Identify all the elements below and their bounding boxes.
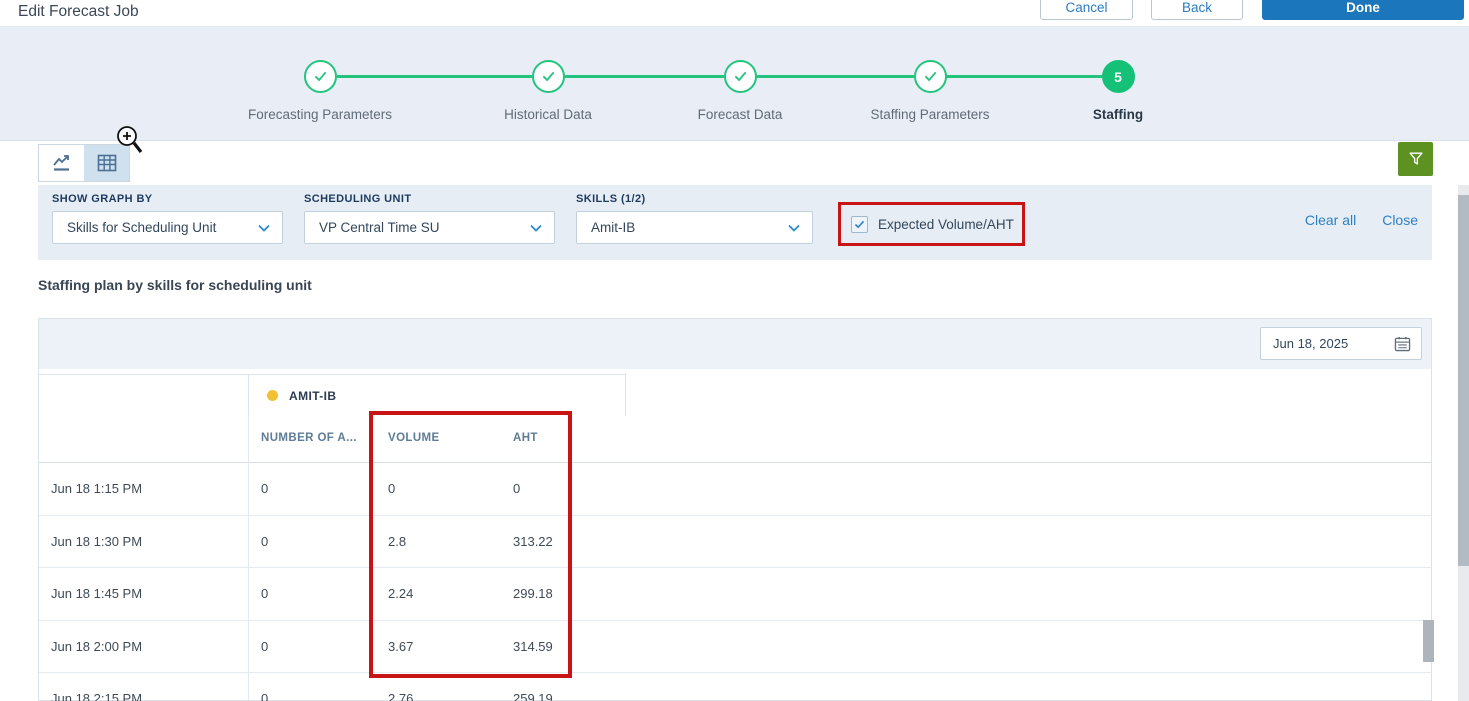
row-aht: 314.59 bbox=[513, 638, 553, 654]
row-aht: 259.19 bbox=[513, 691, 553, 701]
row-time: Jun 18 2:15 PM bbox=[51, 691, 143, 701]
step-historical-data[interactable]: Historical Data bbox=[438, 60, 658, 122]
calendar-icon bbox=[1394, 336, 1411, 351]
cancel-button[interactable]: Cancel bbox=[1040, 0, 1133, 20]
filter-button[interactable] bbox=[1398, 142, 1433, 176]
step-label: Staffing Parameters bbox=[870, 107, 990, 122]
row-volume: 3.67 bbox=[388, 638, 414, 654]
row-agents: 0 bbox=[261, 481, 269, 496]
table-row[interactable]: Jun 18 1:45 PM 0 2.24 299.18 bbox=[39, 568, 1431, 621]
row-time: Jun 18 1:45 PM bbox=[51, 586, 143, 602]
row-volume: 2.8 bbox=[388, 533, 407, 549]
row-aht: 0 bbox=[513, 481, 521, 496]
column-header-number-of-agents[interactable]: NUMBER OF A... bbox=[261, 432, 357, 444]
checkmark-icon bbox=[854, 220, 865, 228]
clear-all-link[interactable]: Clear all bbox=[1305, 212, 1356, 228]
table-row[interactable]: Jun 18 1:15 PM 0 0 0 bbox=[39, 463, 1431, 516]
row-agents: 0 bbox=[261, 638, 269, 654]
table-view-button[interactable] bbox=[84, 145, 129, 181]
wizard-stepper: Forecasting Parameters Historical Data F… bbox=[0, 27, 1469, 141]
funnel-icon bbox=[1408, 152, 1423, 165]
row-volume: 2.24 bbox=[388, 586, 414, 602]
row-volume: 0 bbox=[388, 481, 396, 496]
row-volume: 2.76 bbox=[388, 691, 414, 701]
chevron-down-icon bbox=[258, 224, 270, 232]
page-title: Edit Forecast Job bbox=[18, 3, 139, 20]
row-aht: 299.18 bbox=[513, 586, 553, 602]
skills-select[interactable]: Amit-IB bbox=[576, 211, 813, 244]
row-agents: 0 bbox=[261, 533, 269, 549]
step-check-icon bbox=[913, 60, 947, 93]
edit-forecast-job-page: Edit Forecast Job Cancel Back Done Forec… bbox=[0, 0, 1469, 701]
chevron-down-icon bbox=[530, 224, 542, 232]
show-graph-by-label: SHOW GRAPH BY bbox=[52, 193, 153, 205]
table-body: Jun 18 1:15 PM 0 0 0 Jun 18 1:30 PM 0 2.… bbox=[39, 463, 1431, 701]
row-time: Jun 18 1:30 PM bbox=[51, 533, 143, 549]
section-title: Staffing plan by skills for scheduling u… bbox=[38, 277, 312, 293]
filter-bar: SHOW GRAPH BY Skills for Scheduling Unit… bbox=[38, 185, 1432, 260]
skill-group-name: AMIT-IB bbox=[289, 388, 337, 403]
close-link[interactable]: Close bbox=[1382, 212, 1418, 228]
skills-value: Amit-IB bbox=[591, 220, 636, 235]
chart-view-button[interactable] bbox=[39, 145, 84, 181]
step-label: Forecast Data bbox=[697, 107, 783, 122]
skill-group-header: AMIT-IB bbox=[248, 374, 626, 416]
scheduling-unit-select[interactable]: VP Central Time SU bbox=[304, 211, 555, 244]
scheduling-unit-value: VP Central Time SU bbox=[319, 220, 440, 235]
show-graph-by-field: SHOW GRAPH BY Skills for Scheduling Unit bbox=[52, 193, 283, 244]
staffing-table-panel: Jun 18, 2025 AMIT-IB NUMBER OF A... VOLU… bbox=[38, 318, 1432, 701]
skills-field: SKILLS (1/2) Amit-IB bbox=[576, 193, 813, 244]
row-agents: 0 bbox=[261, 691, 269, 701]
expected-volume-aht-label: Expected Volume/AHT bbox=[878, 216, 1014, 232]
date-picker[interactable]: Jun 18, 2025 bbox=[1260, 327, 1422, 360]
step-staffing-current[interactable]: 5 Staffing bbox=[1008, 60, 1228, 122]
step-staffing-parameters[interactable]: Staffing Parameters bbox=[820, 60, 1040, 122]
chevron-down-icon bbox=[788, 224, 800, 232]
row-time: Jun 18 2:00 PM bbox=[51, 638, 143, 654]
step-check-icon bbox=[303, 60, 337, 93]
line-chart-icon bbox=[52, 155, 69, 171]
row-agents: 0 bbox=[261, 586, 269, 602]
scheduling-unit-label: SCHEDULING UNIT bbox=[304, 193, 412, 205]
date-picker-value: Jun 18, 2025 bbox=[1273, 336, 1349, 351]
scheduling-unit-field: SCHEDULING UNIT VP Central Time SU bbox=[304, 193, 555, 244]
view-toolbar bbox=[0, 141, 1469, 185]
step-number-badge: 5 bbox=[1101, 60, 1135, 93]
filter-links: Clear all Close bbox=[1305, 212, 1418, 228]
back-button[interactable]: Back bbox=[1151, 0, 1243, 20]
step-label: Forecasting Parameters bbox=[247, 107, 393, 122]
step-label: Staffing bbox=[1092, 107, 1144, 122]
page-scrollbar-thumb[interactable] bbox=[1458, 195, 1469, 566]
column-header-aht[interactable]: AHT bbox=[513, 432, 538, 444]
row-aht: 313.22 bbox=[513, 533, 553, 549]
table-row[interactable]: Jun 18 1:30 PM 0 2.8 313.22 bbox=[39, 516, 1431, 569]
table-topbar: Jun 18, 2025 bbox=[39, 319, 1431, 369]
done-button[interactable]: Done bbox=[1262, 0, 1464, 20]
table-icon bbox=[97, 154, 116, 172]
view-toggle-group bbox=[38, 144, 130, 182]
column-header-volume[interactable]: VOLUME bbox=[388, 432, 440, 444]
table-scrollbar-thumb[interactable] bbox=[1423, 620, 1434, 662]
table-row[interactable]: Jun 18 2:00 PM 0 3.67 314.59 bbox=[39, 621, 1431, 674]
step-forecasting-parameters[interactable]: Forecasting Parameters bbox=[210, 60, 430, 122]
step-check-icon bbox=[531, 60, 565, 93]
table-row[interactable]: Jun 18 2:15 PM 0 2.76 259.19 bbox=[39, 673, 1431, 701]
expected-volume-aht-checkbox[interactable] bbox=[851, 215, 868, 233]
row-time: Jun 18 1:15 PM bbox=[51, 481, 143, 496]
step-check-icon bbox=[723, 60, 757, 93]
show-graph-by-select[interactable]: Skills for Scheduling Unit bbox=[52, 211, 283, 244]
show-graph-by-value: Skills for Scheduling Unit bbox=[67, 220, 217, 235]
title-bar: Edit Forecast Job bbox=[0, 0, 1469, 27]
step-forecast-data[interactable]: Forecast Data bbox=[630, 60, 850, 122]
step-label: Historical Data bbox=[504, 107, 592, 122]
skills-label: SKILLS (1/2) bbox=[576, 193, 646, 205]
expected-volume-aht-annotation-box: Expected Volume/AHT bbox=[838, 202, 1025, 246]
series-dot-icon bbox=[267, 390, 278, 401]
